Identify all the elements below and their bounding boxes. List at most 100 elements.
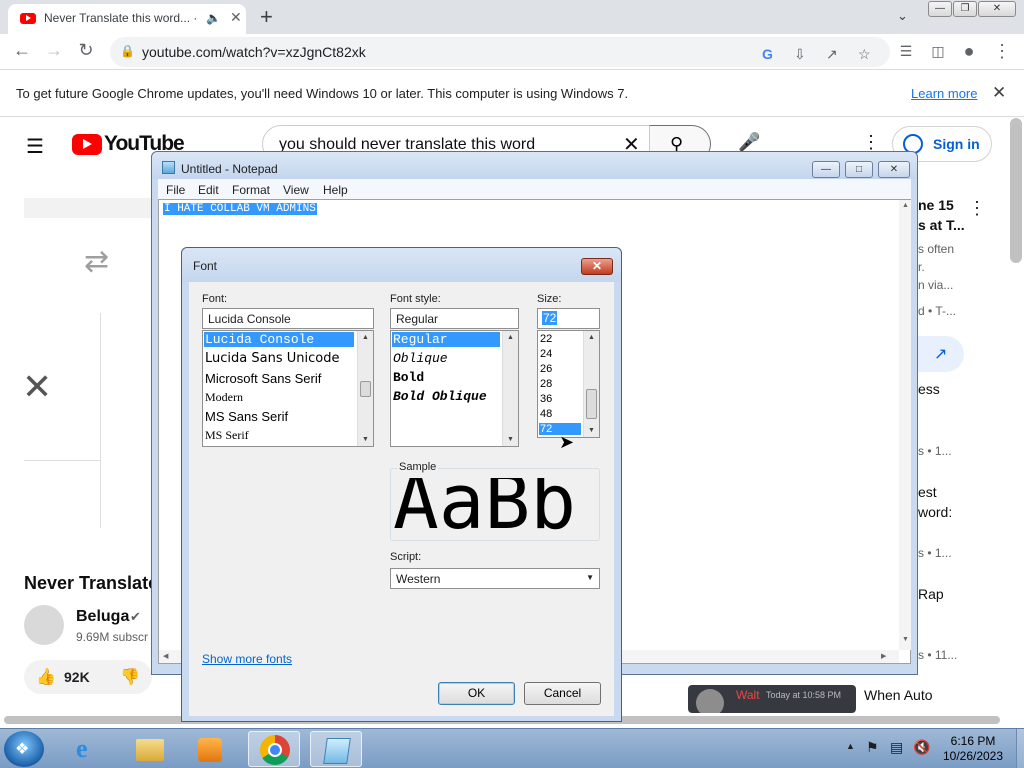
- font-list-scrollbar[interactable]: ▲ ▼: [357, 331, 373, 446]
- style-list-scrollbar[interactable]: ▲ ▼: [502, 331, 518, 446]
- restore-button[interactable]: ❐: [953, 1, 977, 17]
- taskbar-ie[interactable]: e: [64, 731, 116, 767]
- taskbar-explorer[interactable]: [124, 731, 176, 767]
- notepad-close-button[interactable]: ✕: [878, 161, 910, 178]
- tab-search-chevron-icon[interactable]: ⌄: [897, 8, 908, 24]
- size-option[interactable]: 36: [539, 393, 552, 405]
- share-icon[interactable]: ↗: [826, 46, 838, 63]
- tab-close-icon[interactable]: ✕: [230, 9, 242, 26]
- volume-muted-icon[interactable]: 🔇: [913, 739, 930, 756]
- chrome-menu-icon[interactable]: ⋮: [990, 41, 1014, 62]
- menu-help[interactable]: Help: [323, 183, 348, 197]
- font-option-ms-serif[interactable]: MS Serif: [204, 428, 249, 443]
- menu-edit[interactable]: Edit: [198, 183, 219, 197]
- show-hidden-icons-icon[interactable]: ▲: [846, 741, 855, 751]
- font-option-lucida-console[interactable]: Lucida Console: [204, 332, 354, 347]
- notepad-maximize-button[interactable]: □: [845, 161, 873, 178]
- page-scrollbar-thumb[interactable]: [1010, 118, 1022, 263]
- lock-icon[interactable]: 🔒: [120, 44, 135, 58]
- rec-title-fragment[interactable]: Rap: [918, 586, 944, 602]
- font-dialog-titlebar[interactable]: Font ✕: [182, 248, 621, 282]
- scroll-right-icon[interactable]: ▶: [881, 652, 886, 660]
- rec-menu-icon[interactable]: ⋮: [968, 198, 986, 219]
- scroll-up-icon[interactable]: ▲: [902, 202, 909, 209]
- scroll-left-icon[interactable]: ◀: [163, 652, 168, 660]
- close-window-button[interactable]: ✕: [978, 1, 1016, 17]
- menu-file[interactable]: File: [166, 183, 185, 197]
- google-lens-icon[interactable]: G: [762, 46, 773, 62]
- notepad-vertical-scrollbar[interactable]: ▲ ▼: [899, 200, 911, 650]
- dislike-icon[interactable]: 👎: [120, 667, 140, 687]
- scroll-up-icon[interactable]: ▲: [362, 334, 369, 341]
- infobar-close-icon[interactable]: ✕: [992, 83, 1006, 103]
- speaker-icon[interactable]: 🔈: [206, 11, 221, 25]
- rec-title-fragment[interactable]: s at T...: [918, 217, 965, 233]
- menu-view[interactable]: View: [283, 183, 309, 197]
- scroll-down-icon[interactable]: ▼: [507, 436, 514, 443]
- size-list[interactable]: 22 24 26 28 36 48 72 ▲ ▼: [537, 330, 600, 438]
- ok-button[interactable]: OK: [438, 682, 515, 705]
- address-bar[interactable]: 🔒 youtube.com/watch?v=xzJgnCt82xk G ⇩ ↗ …: [110, 37, 890, 67]
- size-input-value[interactable]: 72: [542, 311, 558, 325]
- taskbar-notepad[interactable]: [310, 731, 362, 767]
- taskbar-chrome[interactable]: [248, 731, 300, 767]
- style-option-oblique[interactable]: Oblique: [392, 351, 448, 366]
- font-option-microsoft-sans-serif[interactable]: Microsoft Sans Serif: [204, 371, 321, 386]
- selected-text[interactable]: I HATE COLLAB VM ADMINS: [163, 203, 317, 215]
- forward-icon[interactable]: →: [42, 40, 66, 61]
- scroll-thumb[interactable]: [586, 389, 597, 419]
- taskbar-clock[interactable]: 6:16 PM 10/26/2023: [930, 734, 1016, 764]
- start-button[interactable]: ❖: [4, 731, 44, 767]
- rec-title-fragment[interactable]: When Auto: [864, 687, 933, 703]
- notepad-minimize-button[interactable]: —: [812, 161, 840, 178]
- font-option-lucida-sans-unicode[interactable]: Lucida Sans Unicode: [204, 351, 339, 366]
- microphone-icon[interactable]: 🎤: [738, 132, 760, 153]
- install-icon[interactable]: ⇩: [794, 46, 806, 63]
- cancel-button[interactable]: Cancel: [524, 682, 601, 705]
- size-option[interactable]: 26: [539, 363, 552, 375]
- scroll-up-icon[interactable]: ▲: [588, 334, 595, 341]
- url-text[interactable]: youtube.com/watch?v=xzJgnCt82xk: [142, 44, 366, 60]
- rec-title-fragment[interactable]: ess: [918, 381, 940, 397]
- settings-dots-icon[interactable]: ⋮: [862, 132, 880, 153]
- youtube-logo-icon[interactable]: [72, 134, 102, 155]
- scroll-thumb[interactable]: [360, 381, 371, 397]
- bookmark-star-icon[interactable]: ☆: [858, 46, 871, 63]
- profile-avatar-icon[interactable]: ●: [957, 41, 981, 62]
- rec-title-fragment[interactable]: ne 15: [918, 197, 954, 213]
- show-more-fonts-link[interactable]: Show more fonts: [202, 652, 292, 666]
- side-panel-icon[interactable]: ◫: [926, 43, 950, 60]
- learn-more-link[interactable]: Learn more: [911, 86, 977, 101]
- browser-tab[interactable]: Never Translate this word... · 🔈 ✕: [8, 4, 246, 34]
- size-option[interactable]: 48: [539, 408, 552, 420]
- size-option[interactable]: 24: [539, 348, 552, 360]
- font-list[interactable]: Lucida Console Lucida Sans Unicode Micro…: [202, 330, 374, 447]
- font-style-input[interactable]: Regular: [390, 308, 519, 329]
- open-link-button[interactable]: ↗: [918, 336, 964, 372]
- channel-name[interactable]: Beluga: [76, 608, 129, 626]
- action-center-flag-icon[interactable]: ⚑: [866, 739, 879, 756]
- channel-avatar[interactable]: [24, 605, 64, 645]
- size-list-scrollbar[interactable]: ▲ ▼: [583, 331, 599, 437]
- size-option[interactable]: 22: [539, 333, 552, 345]
- size-input[interactable]: 72: [537, 308, 600, 329]
- show-desktop-button[interactable]: [1016, 729, 1024, 768]
- font-dialog-close-button[interactable]: ✕: [581, 258, 613, 275]
- rec-title-fragment[interactable]: word:: [918, 504, 952, 520]
- font-name-input[interactable]: Lucida Console: [202, 308, 374, 329]
- media-control-icon[interactable]: ☰: [894, 43, 918, 60]
- size-option[interactable]: 28: [539, 378, 552, 390]
- font-style-list[interactable]: Regular Oblique Bold Bold Oblique ▲ ▼: [390, 330, 519, 447]
- rec-thumbnail[interactable]: Walt Today at 10:58 PM: [688, 685, 856, 713]
- network-icon[interactable]: ▤: [890, 739, 903, 756]
- scroll-down-icon[interactable]: ▼: [362, 436, 369, 443]
- style-option-bold-oblique[interactable]: Bold Oblique: [392, 389, 487, 404]
- new-tab-icon[interactable]: +: [260, 4, 273, 30]
- font-option-ms-sans-serif[interactable]: MS Sans Serif: [204, 409, 288, 424]
- style-option-bold[interactable]: Bold: [392, 370, 424, 385]
- menu-format[interactable]: Format: [232, 183, 270, 197]
- script-select[interactable]: Western ▼: [390, 568, 600, 589]
- font-option-modern[interactable]: Modern: [204, 390, 243, 405]
- notepad-titlebar[interactable]: Untitled - Notepad — □ ✕: [152, 152, 917, 179]
- reload-icon[interactable]: ↻: [74, 40, 98, 61]
